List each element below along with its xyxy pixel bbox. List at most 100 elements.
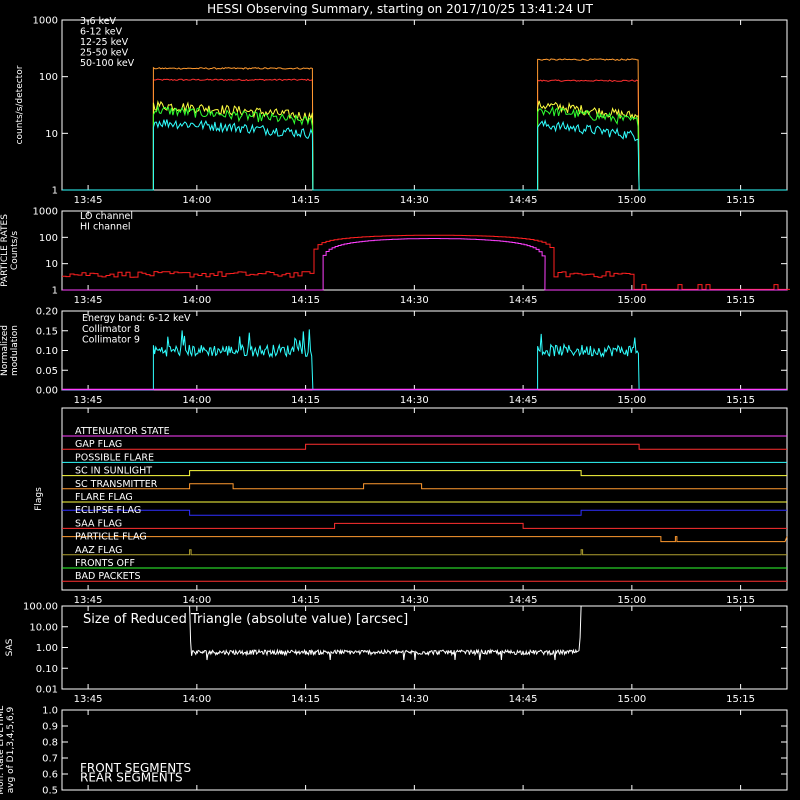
y-tick-label: 1 (52, 286, 58, 297)
flag-label: PARTICLE FLAG (75, 532, 147, 543)
y-axis-title-2: modulation (10, 325, 20, 376)
x-tick-label: 15:00 (617, 195, 646, 206)
x-tick-label: 14:45 (509, 395, 538, 406)
series-line-lo-channel (62, 234, 790, 290)
y-axis-title-2: Counts/s (10, 231, 20, 270)
legend-entry: REAR SEGMENTS (80, 771, 183, 785)
x-tick-label: 14:00 (182, 195, 211, 206)
y-axis-title: counts/s/detector (15, 65, 25, 144)
x-tick-label: 14:15 (291, 295, 320, 306)
flag-label: ATTENUATOR STATE (75, 426, 170, 437)
flag-label: FRONTS OFF (75, 558, 135, 569)
panel-frame (61, 210, 788, 291)
y-tick-label: 10 (45, 259, 58, 270)
y-tick-label: 0.9 (42, 722, 58, 733)
y-tick-label: 0.01 (36, 685, 58, 696)
x-tick-label: 14:45 (509, 694, 538, 705)
x-tick-label: 13:45 (74, 595, 103, 606)
y-tick-label: 100 (39, 72, 58, 83)
legend-entry: 12-25 keV (80, 37, 129, 48)
flag-line-eclipse-flag (62, 509, 787, 516)
y-tick-label: 0.05 (36, 366, 58, 377)
y-axis-title-2: avg of D1,3,4,5,6,9 (6, 706, 16, 793)
flag-line-aaz-flag (62, 549, 787, 556)
x-tick-label: 14:30 (400, 195, 429, 206)
legend-entry: HI channel (80, 222, 131, 233)
figure-title: HESSI Observing Summary, starting on 201… (207, 2, 593, 16)
x-tick-label: 13:45 (74, 195, 103, 206)
y-tick-label: 0.6 (42, 770, 58, 781)
flag-line-sc-transmitter (62, 483, 787, 490)
panel-6: 0.50.60.70.80.91.0Mon. Rate LIVETIME avg … (0, 705, 788, 797)
y-axis-title: PARTICLE RATES (0, 214, 10, 287)
x-tick-label: 13:45 (74, 694, 103, 705)
x-tick-label: 15:15 (726, 395, 755, 406)
flag-line-particle-flag (62, 536, 788, 543)
legend-entry: LO channel (80, 211, 133, 222)
x-tick-label: 13:45 (74, 395, 103, 406)
hessi-summary-figure: HESSI Observing Summary, starting on 201… (0, 2, 790, 797)
y-tick-label: 10 (45, 129, 58, 140)
y-tick-label: 0.5 (42, 786, 58, 797)
y-tick-label: 1.00 (36, 643, 58, 654)
legend-entry: Collimator 9 (82, 335, 140, 346)
panel-3: 13:45 14:00 14:15 14:30 14:45 15:00 15:15 0.00 0… (0, 307, 788, 406)
x-tick-label: 15:00 (617, 694, 646, 705)
x-tick-label: 14:15 (291, 595, 320, 606)
series-line-12-25-keV (62, 100, 787, 191)
x-tick-label: 15:15 (726, 195, 755, 206)
x-tick-label: 15:00 (617, 395, 646, 406)
y-axis-title: Normalized (0, 325, 10, 376)
y-tick-label: 1.0 (42, 706, 58, 717)
legend-entry: 50-100 keV (80, 58, 135, 69)
x-tick-label: 14:00 (182, 295, 211, 306)
panel-frame (61, 407, 788, 591)
x-tick-label: 15:00 (617, 595, 646, 606)
x-tick-label: 14:00 (182, 595, 211, 606)
energy-band-label: Energy band: 6-12 keV (82, 313, 191, 324)
y-tick-label: 100.00 (23, 602, 58, 613)
legend-entry: 25-50 keV (80, 48, 129, 59)
y-axis-title: SAS (5, 638, 15, 656)
y-tick-label: 0.10 (36, 664, 58, 675)
x-tick-label: 14:00 (182, 395, 211, 406)
x-tick-label: 14:30 (400, 295, 429, 306)
legend-entry: 6-12 keV (80, 27, 123, 38)
flag-label: SC TRANSMITTER (75, 479, 158, 490)
y-tick-label: 0.10 (36, 346, 58, 357)
flag-label: POSSIBLE FLARE (75, 452, 154, 463)
y-tick-label: 1000 (33, 16, 58, 27)
flag-line-saa-flag (62, 522, 787, 529)
panel-4: 13:45 14:00 14:15 14:30 14:45 15:00 15:15 Flags… (34, 407, 788, 606)
x-tick-label: 14:30 (400, 694, 429, 705)
series-line-hi-channel (62, 238, 787, 291)
y-tick-label: 1000 (33, 207, 58, 218)
x-tick-label: 14:45 (509, 295, 538, 306)
legend-entry: Collimator 8 (82, 324, 140, 335)
x-tick-label: 14:15 (291, 694, 320, 705)
flag-label: ECLIPSE FLAG (75, 505, 141, 516)
x-tick-label: 14:45 (509, 195, 538, 206)
x-tick-label: 15:15 (726, 694, 755, 705)
flag-label: GAP FLAG (75, 439, 122, 450)
flag-label: AAZ FLAG (75, 545, 122, 556)
flag-label: FLARE FLAG (75, 492, 133, 503)
flag-label: BAD PACKETS (75, 571, 141, 582)
series-line-25-50-keV (62, 104, 787, 191)
x-tick-label: 14:00 (182, 694, 211, 705)
flag-line-sc-in-sunlight (62, 470, 787, 477)
y-tick-label: 1 (52, 186, 58, 197)
x-tick-label: 15:15 (726, 595, 755, 606)
series-line-6-12-keV (62, 58, 787, 191)
flag-label: SAA FLAG (75, 518, 122, 529)
y-tick-label: 0.8 (42, 738, 58, 749)
panel-2: 13:45 14:00 14:15 14:30 14:45 15:00 15:15 1 10 10… (0, 207, 790, 306)
flag-line-gap-flag (62, 443, 787, 450)
flag-label: SC IN SUNLIGHT (75, 466, 152, 477)
x-tick-label: 14:15 (291, 195, 320, 206)
series-line-3-6-keV (62, 78, 787, 191)
x-tick-label: 15:15 (726, 295, 755, 306)
sas-annotation: Size of Reduced Triangle (absolute value… (83, 612, 408, 627)
series-line-50-100-keV (62, 119, 787, 191)
y-tick-label: 0.7 (42, 754, 58, 765)
